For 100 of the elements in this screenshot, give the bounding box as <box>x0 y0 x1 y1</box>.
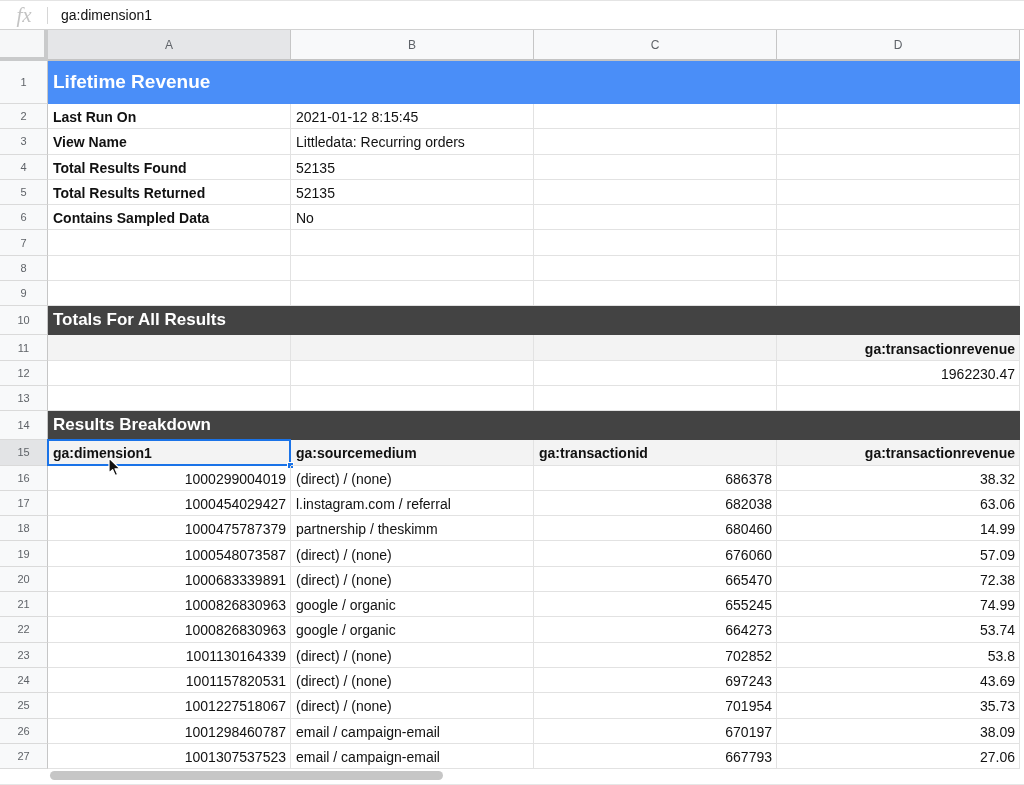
table-cell: 655245 <box>534 592 777 618</box>
table-cell: 1000475787379 <box>48 516 291 542</box>
table-cell: (direct) / (none) <box>291 642 534 668</box>
row-header[interactable]: 10 <box>0 306 48 336</box>
table-cell: 72.38 <box>777 566 1020 593</box>
row-header[interactable]: 16 <box>0 465 48 491</box>
row-header[interactable]: 23 <box>0 642 48 668</box>
table-cell: 38.09 <box>777 718 1020 744</box>
table-cell: email / campaign-email <box>291 718 534 744</box>
table-cell: 680460 <box>534 516 777 542</box>
row-header[interactable]: 15 <box>0 440 48 466</box>
table-cell: 1000454029427 <box>48 490 291 517</box>
table-cell: email / campaign-email <box>291 743 534 770</box>
table-cell: 14.99 <box>777 516 1020 542</box>
section-banner: Totals For All Results <box>48 306 1020 336</box>
row-header[interactable]: 22 <box>0 617 48 643</box>
table-cell: 1000683339891 <box>48 566 291 593</box>
info-value: No <box>291 205 534 231</box>
column-header[interactable]: D <box>777 30 1020 61</box>
table-cell: 1001157820531 <box>48 667 291 694</box>
table-cell: 35.73 <box>777 693 1020 719</box>
row-header[interactable]: 3 <box>0 129 48 155</box>
table-cell: 27.06 <box>777 743 1020 770</box>
table-cell: 664273 <box>534 617 777 643</box>
row-header[interactable]: 13 <box>0 385 48 412</box>
info-value: Littledata: Recurring orders <box>291 129 534 155</box>
info-label: Total Results Found <box>48 154 291 180</box>
select-all-corner[interactable] <box>0 30 48 61</box>
horizontal-scrollbar-thumb[interactable] <box>50 771 443 781</box>
table-cell: 1000548073587 <box>48 541 291 567</box>
table-cell: 1000826830963 <box>48 617 291 643</box>
fill-handle[interactable] <box>287 461 294 469</box>
table-cell: 676060 <box>534 541 777 567</box>
table-cell: 1001227518067 <box>48 693 291 719</box>
row-header[interactable]: 9 <box>0 281 48 307</box>
row-header[interactable]: 12 <box>0 360 48 386</box>
row-header[interactable]: 26 <box>0 718 48 744</box>
row-header[interactable]: 18 <box>0 516 48 542</box>
column-header[interactable]: B <box>291 30 534 61</box>
column-heading: ga:transactionrevenue <box>777 440 1020 466</box>
column-heading: ga:transactionrevenue <box>777 335 1020 361</box>
info-value: 52135 <box>291 179 534 206</box>
row-header[interactable]: 25 <box>0 693 48 719</box>
table-cell: 701954 <box>534 693 777 719</box>
row-header[interactable]: 24 <box>0 667 48 694</box>
table-cell: (direct) / (none) <box>291 541 534 567</box>
info-label: Total Results Returned <box>48 179 291 206</box>
table-cell: 1962230.47 <box>777 360 1020 386</box>
table-cell: 1001130164339 <box>48 642 291 668</box>
info-label: Last Run On <box>48 104 291 130</box>
table-cell: 702852 <box>534 642 777 668</box>
table-cell: google / organic <box>291 617 534 643</box>
table-cell: 53.74 <box>777 617 1020 643</box>
column-heading: ga:transactionid <box>534 440 777 466</box>
table-cell: 57.09 <box>777 541 1020 567</box>
table-cell: 63.06 <box>777 490 1020 517</box>
formula-input-field[interactable]: ga:dimension1 <box>48 1 1024 29</box>
row-header[interactable]: 27 <box>0 743 48 770</box>
column-header[interactable]: A <box>48 30 291 61</box>
table-cell: (direct) / (none) <box>291 667 534 694</box>
column-heading: ga:sourcemedium <box>291 440 534 466</box>
table-cell: (direct) / (none) <box>291 693 534 719</box>
info-value: 52135 <box>291 154 534 180</box>
table-cell: 686378 <box>534 465 777 491</box>
column-heading: ga:dimension1 <box>48 440 291 466</box>
row-header[interactable]: 6 <box>0 205 48 231</box>
row-header[interactable]: 11 <box>0 335 48 361</box>
info-value: 2021-01-12 8:15:45 <box>291 104 534 130</box>
table-cell: google / organic <box>291 592 534 618</box>
section-banner: Results Breakdown <box>48 411 1020 441</box>
table-cell: 53.8 <box>777 642 1020 668</box>
table-cell: 670197 <box>534 718 777 744</box>
table-cell: 1000826830963 <box>48 592 291 618</box>
table-cell: 1001307537523 <box>48 743 291 770</box>
table-cell: 74.99 <box>777 592 1020 618</box>
row-header[interactable]: 4 <box>0 154 48 180</box>
info-label: View Name <box>48 129 291 155</box>
row-header[interactable]: 14 <box>0 411 48 441</box>
column-header[interactable]: C <box>534 30 777 61</box>
title-banner: Lifetime Revenue <box>48 61 1020 104</box>
function-label: fx <box>15 3 33 27</box>
row-header[interactable]: 1 <box>0 61 48 104</box>
row-header[interactable]: 2 <box>0 104 48 130</box>
table-cell: (direct) / (none) <box>291 566 534 593</box>
table-cell: 667793 <box>534 743 777 770</box>
table-cell: 697243 <box>534 667 777 694</box>
info-label: Contains Sampled Data <box>48 205 291 231</box>
row-header[interactable]: 20 <box>0 566 48 593</box>
table-cell: 665470 <box>534 566 777 593</box>
row-header[interactable]: 7 <box>0 230 48 256</box>
table-cell: 682038 <box>534 490 777 517</box>
table-cell: (direct) / (none) <box>291 465 534 491</box>
table-cell: 1001298460787 <box>48 718 291 744</box>
row-header[interactable]: 21 <box>0 592 48 618</box>
row-header[interactable]: 5 <box>0 179 48 206</box>
row-header[interactable]: 8 <box>0 255 48 282</box>
row-header[interactable]: 19 <box>0 541 48 567</box>
table-cell: 43.69 <box>777 667 1020 694</box>
row-header[interactable]: 17 <box>0 490 48 517</box>
table-cell: l.instagram.com / referral <box>291 490 534 517</box>
